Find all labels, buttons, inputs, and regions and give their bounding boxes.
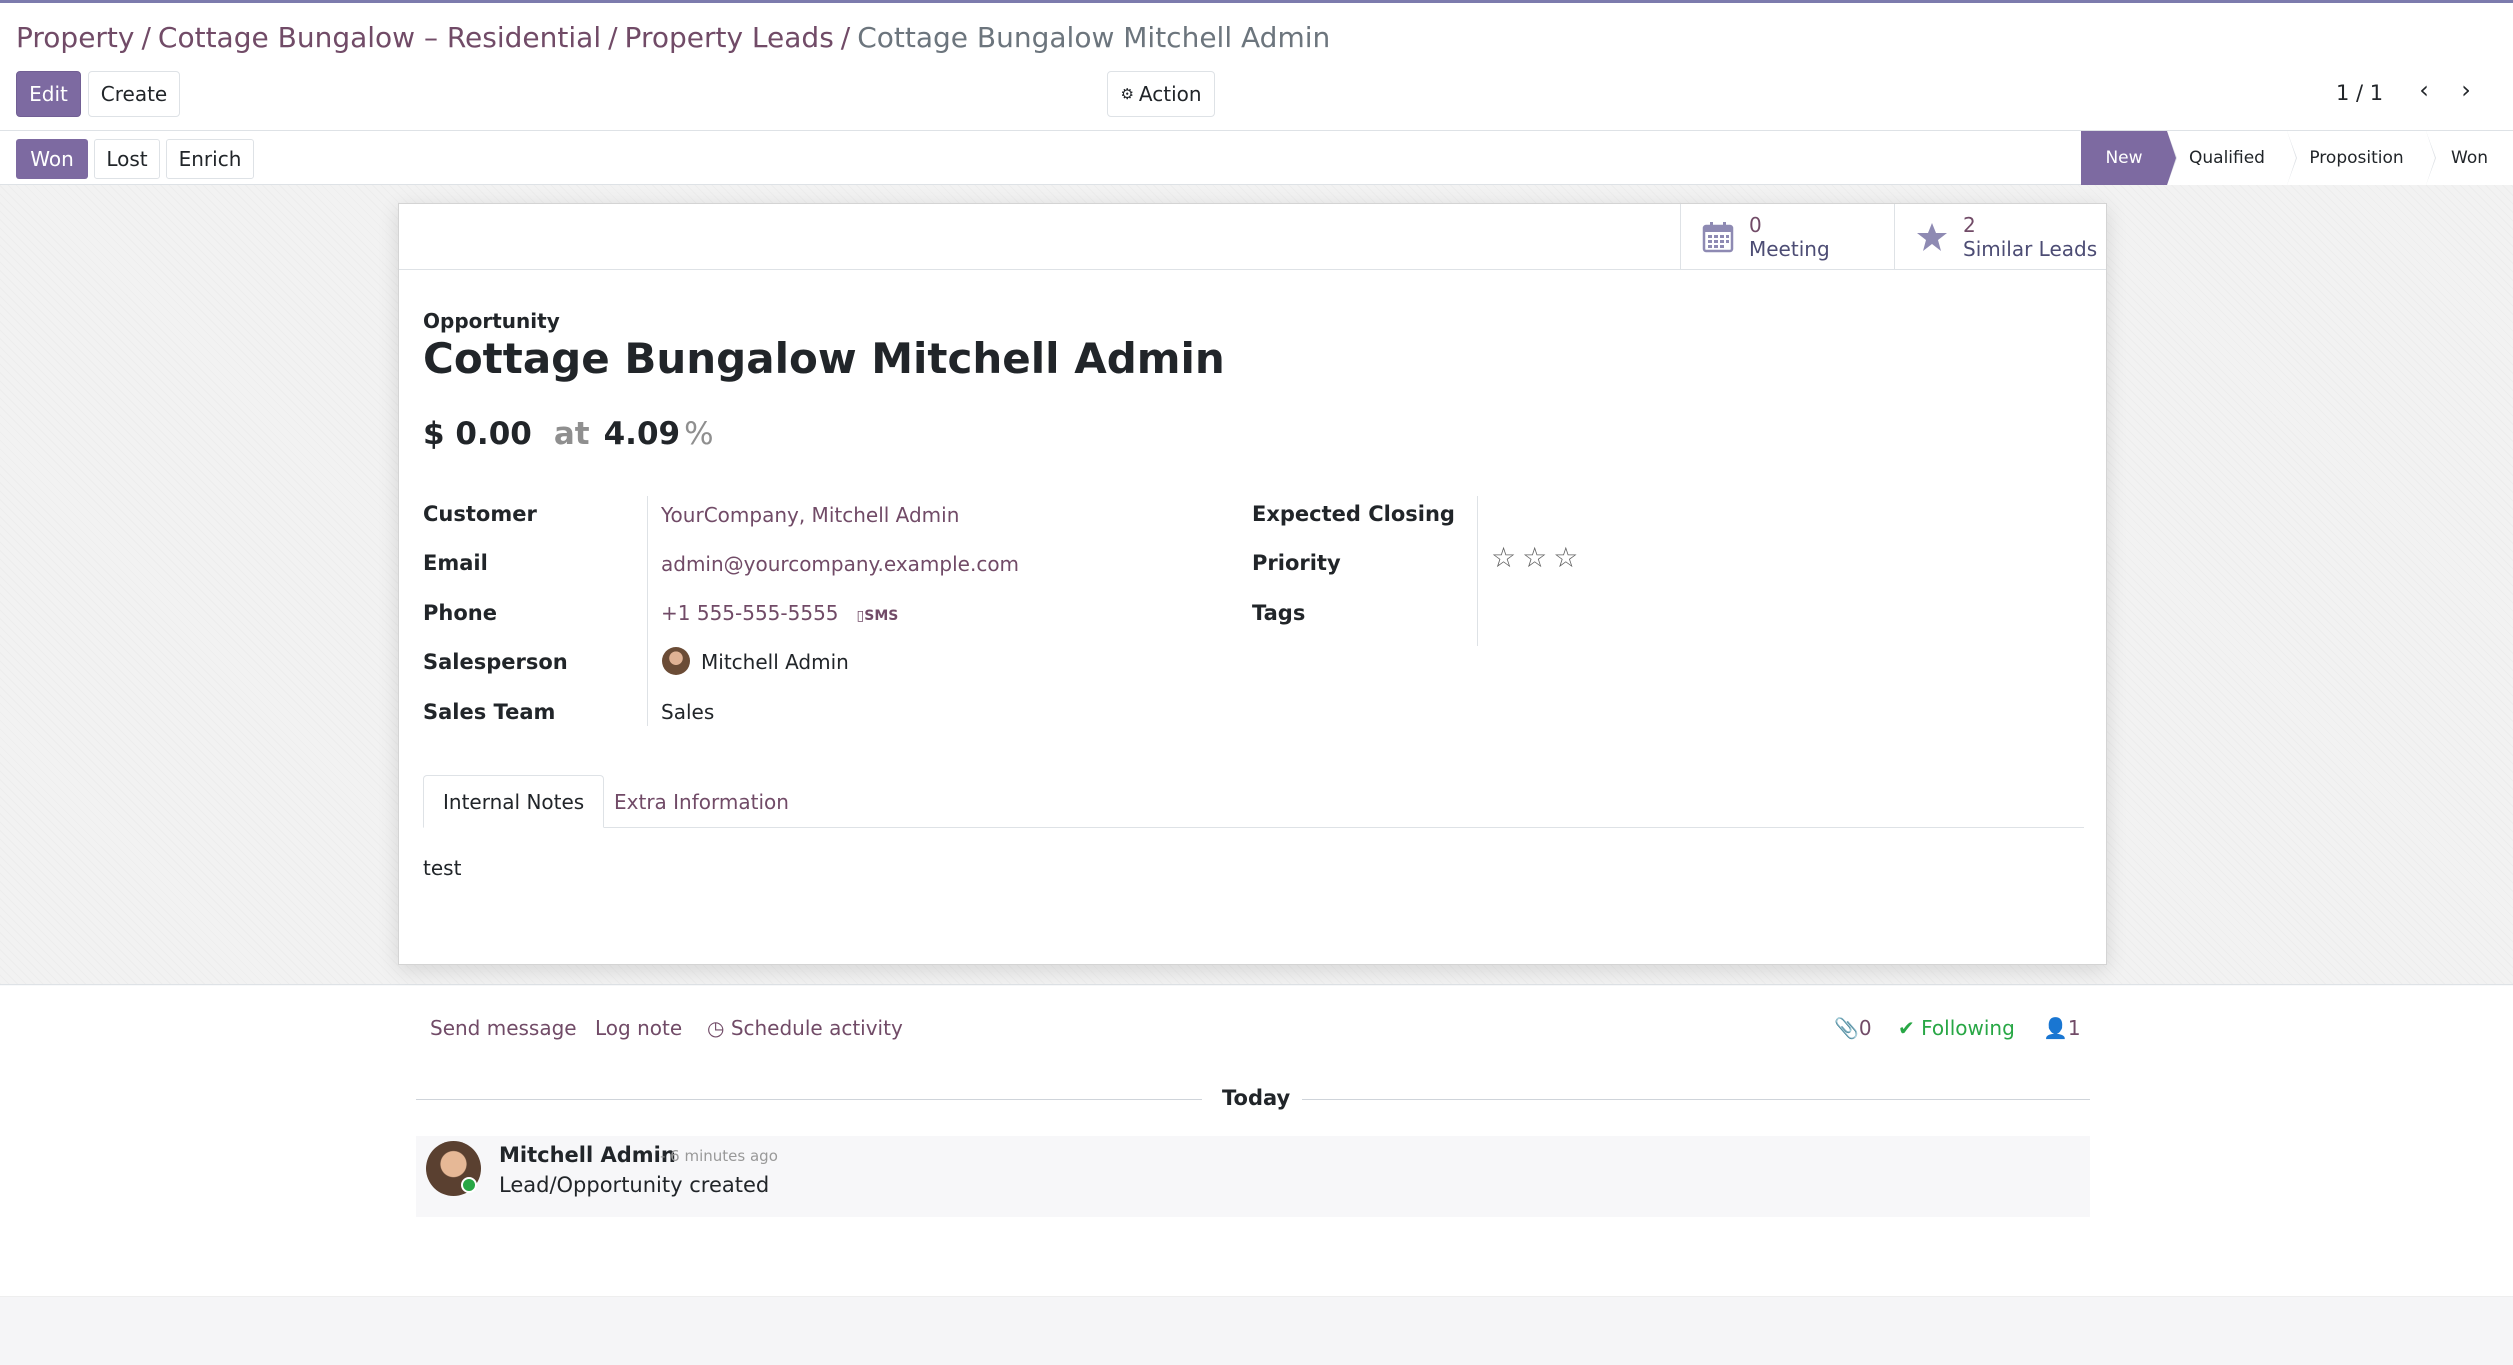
stage-qualified[interactable]: Qualified xyxy=(2167,131,2297,185)
schedule-activity-button[interactable]: ◷ Schedule activity xyxy=(707,1016,903,1040)
breadcrumb: Property / Cottage Bungalow – Residential /… xyxy=(16,21,1330,54)
similar-leads-stat: 2 Similar Leads xyxy=(1963,213,2097,261)
at-label: at xyxy=(553,416,590,452)
record-title: Cottage Bungalow Mitchell Admin xyxy=(423,334,1225,383)
mark-won-button[interactable]: Won xyxy=(16,139,88,179)
priority-label: Priority xyxy=(1252,551,1341,575)
expected-revenue-line: $ 0.00 at 4.09% xyxy=(423,416,714,452)
sms-button[interactable]: ▯SMS xyxy=(857,608,899,624)
salesperson-label: Salesperson xyxy=(423,650,568,674)
tab-internal-notes[interactable]: Internal Notes xyxy=(423,775,605,828)
priority-star-icon[interactable]: ☆ xyxy=(1522,544,1547,572)
stage-won[interactable]: Won xyxy=(2426,131,2513,185)
bottom-area xyxy=(0,1296,2513,1365)
sms-label: SMS xyxy=(864,608,899,624)
star-icon xyxy=(1915,220,1949,254)
breadcrumb-separator: / xyxy=(608,21,618,54)
gear-icon: ⚙ xyxy=(1120,85,1134,103)
sales-team-field[interactable]: Sales xyxy=(661,700,714,724)
record-type-label: Opportunity xyxy=(423,309,560,333)
sales-team-label: Sales Team xyxy=(423,700,556,724)
stage-pipeline: New Qualified Proposition Won xyxy=(2081,131,2513,185)
date-divider-line xyxy=(416,1099,1202,1100)
customer-field[interactable]: YourCompany, Mitchell Admin xyxy=(661,503,959,527)
notebook-tabs: Internal Notes Extra Information xyxy=(423,775,2084,828)
meeting-count: 0 xyxy=(1749,213,1762,237)
pager-next-icon[interactable]: › xyxy=(2452,75,2480,105)
breadcrumb-separator: / xyxy=(141,21,151,54)
edit-button[interactable]: Edit xyxy=(16,71,81,117)
smart-button-box: 0 Meeting 2 Similar Leads xyxy=(399,204,2106,270)
message-date: - 6 minutes ago xyxy=(660,1147,778,1165)
user-icon: 👤 xyxy=(2043,1016,2068,1040)
tags-label: Tags xyxy=(1252,601,1306,625)
expected-revenue: $ 0.00 xyxy=(423,416,532,452)
attachments-button[interactable]: 📎0 xyxy=(1834,1016,1872,1040)
breadcrumb-current: Cottage Bungalow Mitchell Admin xyxy=(857,21,1331,54)
pager-value[interactable]: 1 / 1 xyxy=(2336,81,2383,105)
meeting-smart-button[interactable]: 0 Meeting xyxy=(1680,204,1894,270)
online-status-icon xyxy=(461,1177,477,1193)
meeting-stat: 0 Meeting xyxy=(1749,213,1830,261)
mark-lost-button[interactable]: Lost xyxy=(94,139,160,179)
breadcrumb-separator: / xyxy=(840,21,851,54)
clock-icon: ◷ xyxy=(707,1016,725,1040)
email-label: Email xyxy=(423,551,488,575)
following-button[interactable]: ✔ Following xyxy=(1898,1016,2015,1040)
similar-leads-smart-button[interactable]: 2 Similar Leads xyxy=(1894,204,2106,270)
today-label: Today xyxy=(1222,1086,1291,1110)
salesperson-avatar xyxy=(662,647,690,675)
followers-button[interactable]: 👤1 xyxy=(2043,1016,2081,1040)
probability-value: 4.09 xyxy=(603,416,681,452)
enrich-button[interactable]: Enrich xyxy=(166,139,254,179)
percent-sign: % xyxy=(684,416,714,452)
calendar-icon xyxy=(1701,220,1735,254)
breadcrumb-property[interactable]: Property xyxy=(16,21,134,54)
meeting-label: Meeting xyxy=(1749,237,1830,261)
expected-closing-label: Expected Closing xyxy=(1252,502,1455,526)
priority-star-icon[interactable]: ☆ xyxy=(1553,544,1578,572)
phone-field: +1 555-555-5555 ▯SMS xyxy=(661,601,898,625)
send-message-button[interactable]: Send message xyxy=(430,1016,577,1040)
breadcrumb-property-leads[interactable]: Property Leads xyxy=(625,21,834,54)
similar-leads-count: 2 xyxy=(1963,213,1976,237)
customer-label: Customer xyxy=(423,502,537,526)
date-divider-line xyxy=(1302,1099,2090,1100)
priority-star-icon[interactable]: ☆ xyxy=(1491,544,1516,572)
field-separator xyxy=(647,496,648,726)
action-label: Action xyxy=(1138,82,1202,106)
check-icon: ✔ xyxy=(1898,1016,1915,1040)
tab-extra-information[interactable]: Extra Information xyxy=(595,775,808,828)
similar-leads-label: Similar Leads xyxy=(1963,237,2098,261)
log-note-button[interactable]: Log note xyxy=(595,1016,682,1040)
stage-new[interactable]: New xyxy=(2081,131,2177,185)
pager-previous-icon[interactable]: ‹ xyxy=(2410,75,2438,105)
phone-link[interactable]: +1 555-555-5555 xyxy=(661,601,839,625)
create-button[interactable]: Create xyxy=(88,71,180,117)
phone-label: Phone xyxy=(423,601,497,625)
paperclip-icon: 📎 xyxy=(1834,1016,1859,1040)
action-button[interactable]: ⚙ Action xyxy=(1107,71,1215,117)
message-author[interactable]: Mitchell Admin xyxy=(499,1143,676,1167)
schedule-activity-label: Schedule activity xyxy=(730,1016,903,1040)
control-panel: Property / Cottage Bungalow – Residential /… xyxy=(0,3,2513,131)
salesperson-field[interactable]: Mitchell Admin xyxy=(701,650,849,674)
followers-count: 1 xyxy=(2067,1016,2081,1040)
message-body: Lead/Opportunity created xyxy=(499,1173,770,1197)
statusbar: Won Lost Enrich New Qualified Propositio… xyxy=(0,131,2513,185)
internal-notes-content[interactable]: test xyxy=(423,856,461,880)
email-field[interactable]: admin@yourcompany.example.com xyxy=(661,552,1019,576)
priority-widget: ☆ ☆ ☆ xyxy=(1491,544,1578,572)
breadcrumb-cottage-bungalow[interactable]: Cottage Bungalow – Residential xyxy=(158,21,601,54)
field-separator xyxy=(1477,496,1478,646)
following-label: Following xyxy=(1921,1016,2015,1040)
form-sheet: 0 Meeting 2 Similar Leads Opportunity Co… xyxy=(398,203,2107,965)
stage-proposition[interactable]: Proposition xyxy=(2287,131,2436,185)
attachments-count: 0 xyxy=(1858,1016,1872,1040)
